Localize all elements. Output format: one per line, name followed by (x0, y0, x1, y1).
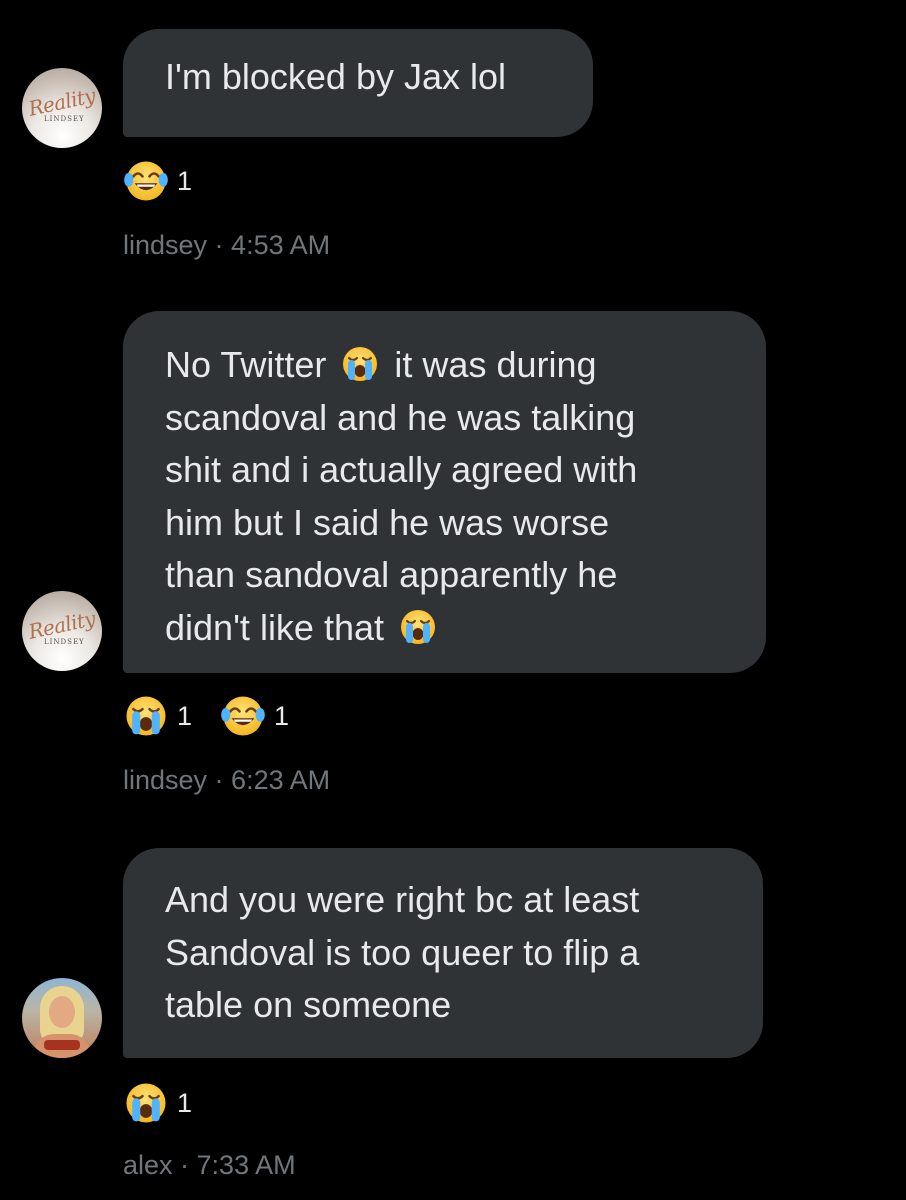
message-line: And you were right bc at least (165, 879, 640, 920)
reaction-joy[interactable]: 1 (123, 158, 192, 204)
message-text: it was during (394, 344, 597, 385)
reaction-count: 1 (177, 700, 193, 731)
joy-emoji-icon (123, 158, 169, 204)
sob-emoji-icon (123, 1080, 169, 1126)
message-line: No Twitter it was during (165, 339, 726, 392)
message-line: table on someone (165, 984, 452, 1025)
reaction-sob[interactable]: 1 (123, 693, 192, 739)
meta-separator: · (207, 765, 232, 795)
message-bubble[interactable]: I'm blocked by Jax lol (123, 29, 593, 137)
sender-name[interactable]: lindsey (123, 765, 207, 795)
message-meta: alex · 7:33 AM (123, 1150, 296, 1181)
message-text: No Twitter (165, 344, 327, 385)
message-time: 4:53 AM (231, 230, 331, 260)
message-line: than sandoval apparently he (165, 554, 618, 595)
message-meta: lindsey · 4:53 AM (123, 230, 330, 261)
sob-emoji-icon (398, 607, 438, 647)
avatar-logo-subtext: LINDSEY (44, 638, 85, 646)
sender-avatar[interactable]: Reality LINDSEY (22, 591, 102, 671)
reaction-list: 1 (123, 158, 214, 204)
reaction-joy[interactable]: 1 (220, 693, 289, 739)
message-line: didn't like that (165, 602, 726, 655)
message-bubble[interactable]: No Twitter it was during scandoval and h… (123, 311, 766, 673)
message-time: 7:33 AM (196, 1150, 296, 1180)
sob-emoji-icon (123, 693, 169, 739)
message-line: shit and i actually agreed with (165, 449, 638, 490)
message-line: Sandoval is too queer to flip a (165, 931, 640, 973)
avatar-logo-subtext: LINDSEY (44, 115, 85, 123)
message-text: I'm blocked by Jax lol (165, 56, 507, 97)
sender-name[interactable]: lindsey (123, 230, 207, 260)
message-time: 6:23 AM (231, 765, 331, 795)
reaction-list: 1 (123, 1080, 214, 1126)
meta-separator: · (207, 230, 232, 260)
sender-name[interactable]: alex (123, 1150, 173, 1180)
message-meta: lindsey · 6:23 AM (123, 765, 330, 796)
meta-separator: · (172, 1150, 197, 1180)
message-line: him but I said he was worse (165, 501, 610, 543)
sob-emoji-icon (340, 344, 380, 384)
message-text: didn't like that (165, 606, 385, 648)
reaction-sob[interactable]: 1 (123, 1080, 192, 1126)
sender-avatar[interactable] (22, 978, 102, 1058)
message-bubble[interactable]: And you were right bc at least Sandoval … (123, 848, 763, 1058)
reaction-count: 1 (274, 700, 290, 731)
joy-emoji-icon (220, 693, 266, 739)
sender-avatar[interactable]: Reality LINDSEY (22, 68, 102, 148)
reaction-count: 1 (177, 165, 193, 196)
reaction-count: 1 (177, 1087, 193, 1118)
reaction-list: 1 1 (123, 693, 311, 739)
message-line: scandoval and he was talking (165, 396, 636, 438)
